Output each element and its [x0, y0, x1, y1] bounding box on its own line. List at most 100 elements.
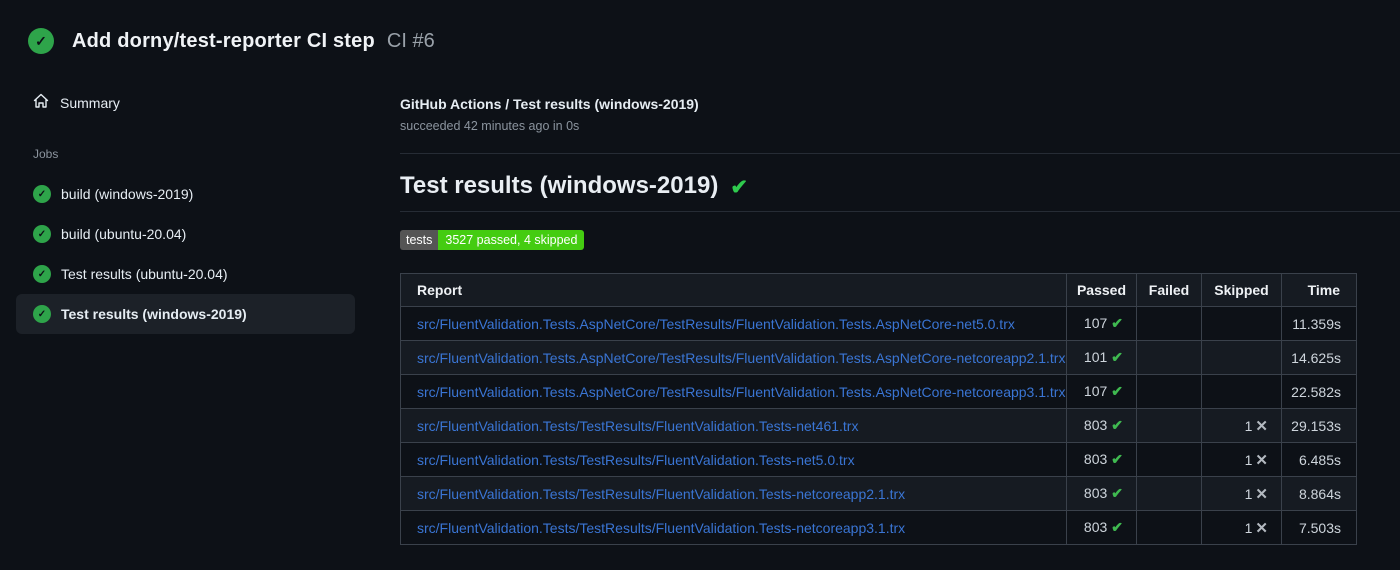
sidebar-job-item[interactable]: ✓ Test results (windows-2019)	[16, 294, 355, 334]
section-check-icon: ✔	[730, 175, 748, 199]
skipped-cell: 1 ✕	[1201, 408, 1282, 443]
divider	[400, 153, 1400, 154]
divider	[400, 211, 1400, 212]
passed-check-icon: ✔	[1111, 383, 1123, 399]
report-cell: src/FluentValidation.Tests.AspNetCore/Te…	[400, 374, 1067, 409]
section-title: Test results (windows-2019)	[400, 172, 719, 199]
report-link[interactable]: src/FluentValidation.Tests.AspNetCore/Te…	[417, 316, 1015, 332]
check-run-status: succeeded 42 minutes ago in 0s	[400, 119, 580, 133]
sidebar: Summary Jobs ✓ build (windows-2019) ✓ build…	[16, 86, 355, 334]
skipped-cell: 1 ✕	[1201, 442, 1282, 477]
passed-cell: 803 ✔	[1066, 510, 1137, 545]
report-link[interactable]: src/FluentValidation.Tests.AspNetCore/Te…	[417, 350, 1065, 366]
report-cell: src/FluentValidation.Tests/TestResults/F…	[400, 408, 1067, 443]
table-row: src/FluentValidation.Tests.AspNetCore/Te…	[400, 340, 1357, 375]
report-cell: src/FluentValidation.Tests.AspNetCore/Te…	[400, 306, 1067, 341]
job-status-check-circle-icon: ✓	[33, 225, 51, 243]
passed-cell: 107 ✔	[1066, 306, 1137, 341]
job-label: Test results (ubuntu-20.04)	[61, 266, 228, 282]
check-run-title: GitHub Actions / Test results (windows-2…	[400, 96, 699, 112]
job-label: build (windows-2019)	[61, 186, 194, 202]
run-status-check-circle-icon: ✓	[28, 28, 54, 54]
column-header-failed: Failed	[1136, 273, 1202, 307]
sidebar-job-item[interactable]: ✓ Test results (ubuntu-20.04)	[16, 254, 355, 294]
passed-check-icon: ✔	[1111, 417, 1123, 433]
report-link[interactable]: src/FluentValidation.Tests.AspNetCore/Te…	[417, 384, 1065, 400]
tests-badge: tests 3527 passed, 4 skipped	[400, 230, 585, 250]
sidebar-job-item[interactable]: ✓ build (ubuntu-20.04)	[16, 214, 355, 254]
job-status-check-circle-icon: ✓	[33, 265, 51, 283]
passed-cell: 101 ✔	[1066, 340, 1137, 375]
column-header-time: Time	[1281, 273, 1357, 307]
skipped-cell: 1 ✕	[1201, 476, 1282, 511]
table-header-row: Report Passed Failed Skipped Time	[400, 273, 1357, 307]
table-row: src/FluentValidation.Tests/TestResults/F…	[400, 442, 1357, 477]
workflow-run-page: ✓ Add dorny/test-reporter CI step CI #6 …	[0, 0, 1400, 570]
job-status-check-circle-icon: ✓	[33, 305, 51, 323]
column-header-passed: Passed	[1066, 273, 1137, 307]
test-results-table: Report Passed Failed Skipped Time src/Fl…	[400, 273, 1357, 545]
passed-cell: 803 ✔	[1066, 476, 1137, 511]
time-cell: 29.153s	[1281, 408, 1357, 443]
passed-check-icon: ✔	[1111, 485, 1123, 501]
report-link[interactable]: src/FluentValidation.Tests/TestResults/F…	[417, 486, 905, 502]
skipped-cell	[1201, 340, 1282, 375]
passed-check-icon: ✔	[1111, 519, 1123, 535]
job-label: build (ubuntu-20.04)	[61, 226, 187, 242]
time-cell: 6.485s	[1281, 442, 1357, 477]
passed-check-icon: ✔	[1111, 451, 1123, 467]
failed-cell	[1136, 510, 1202, 545]
report-cell: src/FluentValidation.Tests/TestResults/F…	[400, 442, 1067, 477]
column-header-skipped: Skipped	[1201, 273, 1282, 307]
failed-cell	[1136, 306, 1202, 341]
job-label: Test results (windows-2019)	[61, 306, 247, 322]
time-cell: 11.359s	[1281, 306, 1357, 341]
main-content: GitHub Actions / Test results (windows-2…	[400, 96, 1400, 545]
report-link[interactable]: src/FluentValidation.Tests/TestResults/F…	[417, 452, 855, 468]
skipped-cell: 1 ✕	[1201, 510, 1282, 545]
failed-cell	[1136, 442, 1202, 477]
passed-check-icon: ✔	[1111, 315, 1123, 331]
sidebar-job-item[interactable]: ✓ build (windows-2019)	[16, 174, 355, 214]
passed-cell: 803 ✔	[1066, 442, 1137, 477]
table-row: src/FluentValidation.Tests/TestResults/F…	[400, 476, 1357, 511]
failed-cell	[1136, 476, 1202, 511]
failed-cell	[1136, 408, 1202, 443]
sidebar-summary-label: Summary	[60, 95, 120, 111]
table-row: src/FluentValidation.Tests.AspNetCore/Te…	[400, 306, 1357, 341]
job-status-check-circle-icon: ✓	[33, 185, 51, 203]
sidebar-item-summary[interactable]: Summary	[16, 86, 355, 120]
passed-check-icon: ✔	[1111, 349, 1123, 365]
section-heading: Test results (windows-2019) ✔	[400, 168, 1400, 204]
skipped-cross-icon: ✕	[1255, 485, 1268, 503]
report-cell: src/FluentValidation.Tests/TestResults/F…	[400, 510, 1067, 545]
run-title: Add dorny/test-reporter CI step	[72, 29, 375, 52]
failed-cell	[1136, 340, 1202, 375]
skipped-cross-icon: ✕	[1255, 519, 1268, 537]
job-list: ✓ build (windows-2019) ✓ build (ubuntu-20.0…	[16, 174, 355, 334]
table-row: src/FluentValidation.Tests/TestResults/F…	[400, 510, 1357, 545]
table-row: src/FluentValidation.Tests.AspNetCore/Te…	[400, 374, 1357, 409]
table-body: src/FluentValidation.Tests.AspNetCore/Te…	[400, 306, 1357, 545]
time-cell: 8.864s	[1281, 476, 1357, 511]
tests-badge-value: 3527 passed, 4 skipped	[438, 230, 585, 250]
skipped-cross-icon: ✕	[1255, 451, 1268, 469]
skipped-cell	[1201, 306, 1282, 341]
time-cell: 22.582s	[1281, 374, 1357, 409]
column-header-report: Report	[400, 273, 1067, 307]
report-link[interactable]: src/FluentValidation.Tests/TestResults/F…	[417, 418, 858, 434]
tests-badge-label: tests	[400, 230, 439, 250]
jobs-heading: Jobs	[33, 147, 59, 161]
home-icon	[33, 93, 49, 114]
skipped-cross-icon: ✕	[1255, 417, 1268, 435]
report-cell: src/FluentValidation.Tests.AspNetCore/Te…	[400, 340, 1067, 375]
failed-cell	[1136, 374, 1202, 409]
run-number: CI #6	[386, 29, 435, 52]
skipped-cell	[1201, 374, 1282, 409]
report-cell: src/FluentValidation.Tests/TestResults/F…	[400, 476, 1067, 511]
run-header: ✓ Add dorny/test-reporter CI step CI #6	[28, 28, 435, 54]
time-cell: 14.625s	[1281, 340, 1357, 375]
passed-cell: 803 ✔	[1066, 408, 1137, 443]
time-cell: 7.503s	[1281, 510, 1357, 545]
report-link[interactable]: src/FluentValidation.Tests/TestResults/F…	[417, 520, 905, 536]
